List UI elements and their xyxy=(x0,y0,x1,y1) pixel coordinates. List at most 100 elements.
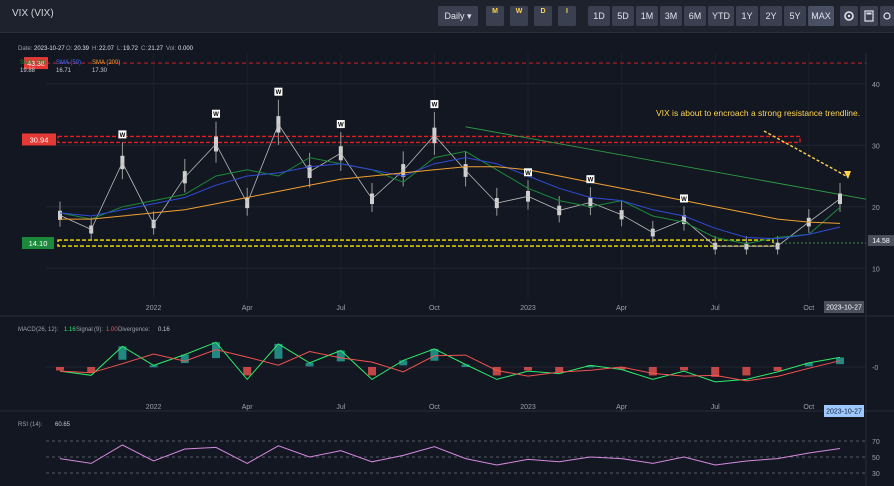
timeframe-month-icon[interactable]: M xyxy=(486,6,504,26)
macd-hist-11 xyxy=(399,360,408,366)
timeframe-week-letter: W xyxy=(515,8,523,15)
macd-hist-22 xyxy=(742,367,751,376)
range-6m-button[interactable]: 6M xyxy=(684,6,706,26)
sma20-legend-value: 19.88 xyxy=(20,68,36,74)
macd-hist-16 xyxy=(555,367,564,372)
macd-hist-20 xyxy=(680,367,688,371)
range-5y-button[interactable]: 5Y xyxy=(784,6,806,26)
range-2y-button[interactable]: 2Y xyxy=(760,6,782,26)
x-tick-label-3: Oct xyxy=(429,305,440,312)
range-1y-button[interactable]: 1Y xyxy=(736,6,758,26)
timeframe-month-letter: M xyxy=(492,8,498,15)
info-low-value: 19.72 xyxy=(123,46,139,52)
macd-x-tick-label-3: Oct xyxy=(429,404,440,411)
w-marker-text-5: W xyxy=(213,112,219,118)
range-ytd-button[interactable]: YTD xyxy=(708,6,734,26)
calculator-icon[interactable] xyxy=(860,6,878,26)
more-icon[interactable] xyxy=(880,6,894,26)
range-1m-button[interactable]: 1M xyxy=(636,6,658,26)
resistance-tag-text: 30.94 xyxy=(30,135,49,144)
range-1d-button[interactable]: 1D xyxy=(588,6,610,26)
grid-layer: 10 20 30 40 2022 2022 Apr Apr Jul Jul Oct Oct 2023 20… xyxy=(0,33,894,486)
rsi-tick-0: 30 xyxy=(872,471,880,478)
x-tick-label-4: 2023 xyxy=(520,305,536,312)
macd-x-tick-label-2: Jul xyxy=(336,404,345,411)
x-tick-label-1: Apr xyxy=(242,305,254,312)
macd-hist-10 xyxy=(368,367,376,376)
rsi-params: (14): xyxy=(30,422,43,428)
macd-params: (26, 12): xyxy=(36,327,59,333)
range-3m-button[interactable]: 3M xyxy=(660,6,682,26)
support-tag-text: 14.10 xyxy=(29,239,48,248)
info-open-label: O: xyxy=(66,46,73,52)
chart-area[interactable]: 10 20 30 40 2022 2022 Apr Apr Jul Jul Oct Oct 2023 20… xyxy=(0,33,894,486)
macd-date-tag-text: 2023-10-27 xyxy=(826,409,862,416)
macd-x-tick-label-6: Jul xyxy=(711,404,720,411)
toolbar: VIX (VIX) Daily ▾ M W D I 1D 5D 1M 3M 6M… xyxy=(0,0,894,33)
macd-x-tick-label-1: Apr xyxy=(242,404,254,411)
info-high-label: H: xyxy=(92,46,98,52)
macd-label: MACD xyxy=(18,327,36,333)
macd-div-label: Divergence: xyxy=(118,327,150,333)
info-vol-label: Vol: xyxy=(166,46,176,52)
y-tick-label-1: 20 xyxy=(872,205,880,212)
info-vol-value: 0.000 xyxy=(178,46,194,52)
x-tick-label-2: Jul xyxy=(336,305,345,312)
range-max-button[interactable]: MAX xyxy=(808,6,834,26)
sma20-legend-label: SMA (20) xyxy=(20,60,45,66)
sma50-legend-label: SMA (50) xyxy=(56,60,81,66)
w-marker-text-20: W xyxy=(681,197,687,203)
macd-x-tick-label-5: Apr xyxy=(616,404,628,411)
timeframe-intraday-letter: I xyxy=(566,8,568,15)
annotation-text: VIX is about to encroach a strong resist… xyxy=(656,108,860,118)
vix-body-25 xyxy=(838,193,842,204)
chart-background xyxy=(0,33,894,486)
interval-dropdown[interactable]: Daily ▾ xyxy=(438,6,478,26)
x-tick-label-0: 2022 xyxy=(146,305,162,312)
rsi-label: RSI xyxy=(18,422,28,428)
macd-zero-tick: -0 xyxy=(872,365,878,372)
y-tick-label-0: 10 xyxy=(872,266,880,273)
timeframe-day-icon[interactable]: D xyxy=(534,6,552,26)
y-tick-label-3: 40 xyxy=(872,82,880,89)
info-open-value: 20.39 xyxy=(74,46,90,52)
timeframe-day-letter: D xyxy=(540,8,546,15)
rsi-value: 60.65 xyxy=(55,422,71,428)
range-5d-button[interactable]: 5D xyxy=(612,6,634,26)
w-marker-text-12: W xyxy=(432,103,438,109)
macd-signal-value: 1.00 xyxy=(106,327,118,333)
w-marker-text-2: W xyxy=(120,133,126,139)
macd-hist-15 xyxy=(524,367,532,371)
info-date-value: 2023-10-27 xyxy=(34,46,65,52)
macd-div-value: 0.16 xyxy=(158,327,170,333)
w-marker-text-9: W xyxy=(338,123,344,129)
macd-hist-0 xyxy=(56,367,64,371)
date-tag-text: 2023-10-27 xyxy=(826,305,862,312)
sma200-legend-value: 17.30 xyxy=(92,68,108,74)
timeframe-week-icon[interactable]: W xyxy=(510,6,528,26)
timeframe-intraday-icon[interactable]: I xyxy=(558,6,576,26)
page-title: VIX (VIX) xyxy=(12,8,54,19)
rsi-tick-1: 50 xyxy=(872,455,880,462)
info-high-value: 22.07 xyxy=(99,46,115,52)
info-date-label: Date: xyxy=(18,46,33,52)
info-low-label: L: xyxy=(117,46,122,52)
macd-signal-params: (9): xyxy=(94,327,103,333)
settings-icon[interactable] xyxy=(840,6,858,26)
sma200-legend-label: SMA (200) xyxy=(92,60,120,66)
y-tick-label-2: 30 xyxy=(872,143,880,150)
macd-x-tick-label-4: 2023 xyxy=(520,404,536,411)
rsi-tick-2: 70 xyxy=(872,439,880,446)
caret-down-icon: ▾ xyxy=(467,11,472,21)
x-tick-label-6: Jul xyxy=(711,305,720,312)
vix-body-0 xyxy=(58,210,62,220)
w-marker-text-17: W xyxy=(588,178,594,184)
macd-x-tick-label-7: Oct xyxy=(803,404,814,411)
w-marker-text-7: W xyxy=(276,90,282,96)
info-close-label: C: xyxy=(141,46,147,52)
macd-hist-6 xyxy=(243,367,252,376)
last-price-tag-text: 14.58 xyxy=(872,238,890,245)
macd-value: 1.16 xyxy=(64,327,76,333)
interval-label: Daily xyxy=(444,11,465,21)
info-close-value: 21.27 xyxy=(148,46,164,52)
